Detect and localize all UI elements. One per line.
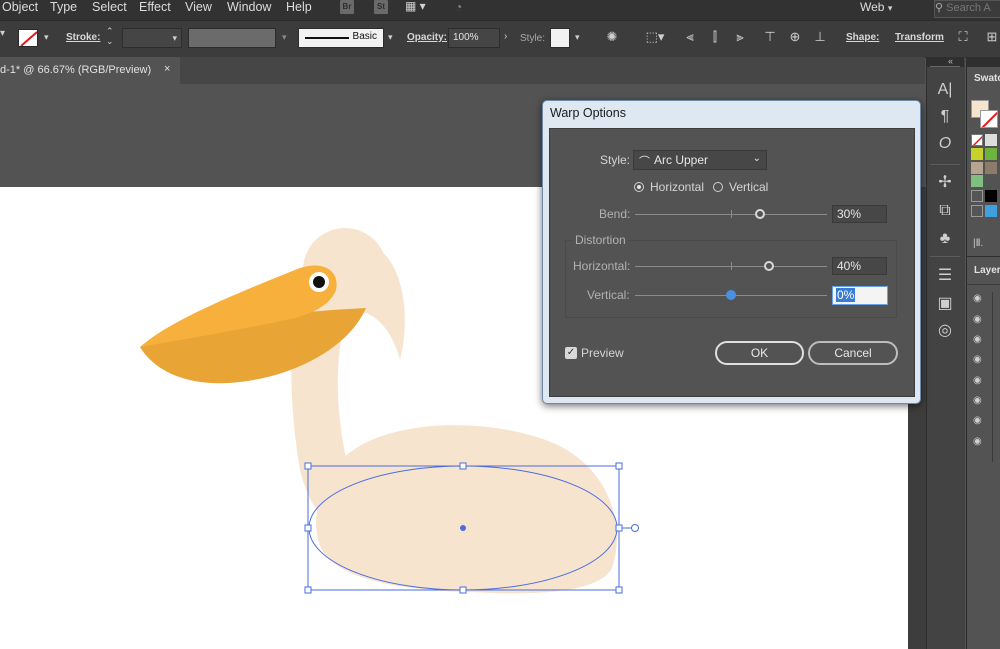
- cancel-button[interactable]: Cancel: [808, 341, 898, 365]
- live-shape-widget[interactable]: [631, 524, 639, 532]
- distortion-horizontal-label: Horizontal:: [573, 259, 631, 273]
- swatch-folder-2-icon[interactable]: [971, 205, 983, 217]
- handle-middle-right[interactable]: [615, 524, 623, 532]
- visibility-eye-icon[interactable]: ◉: [973, 335, 987, 345]
- symbols-panel-icon[interactable]: ♣: [934, 229, 956, 249]
- swatch-green[interactable]: [985, 148, 997, 160]
- transparency-panel-icon[interactable]: ◎: [934, 321, 956, 341]
- swatch-tan[interactable]: [971, 162, 983, 174]
- paragraph-panel-icon[interactable]: ¶: [934, 107, 956, 127]
- swatch-pattern[interactable]: [971, 175, 983, 187]
- gradient-panel-icon[interactable]: ▣: [934, 294, 956, 314]
- bend-value-field[interactable]: 30%: [832, 205, 887, 223]
- layers-column-line: [992, 292, 993, 462]
- visibility-eye-icon[interactable]: ◉: [973, 416, 987, 426]
- swatch-black[interactable]: [985, 190, 997, 202]
- dock-divider-2: [930, 256, 960, 257]
- no-stroke-swatch-icon: [981, 111, 997, 127]
- handle-bottom-left[interactable]: [304, 586, 312, 594]
- distortion-vertical-label: Vertical:: [587, 288, 630, 302]
- search-input[interactable]: ⚲ Search A: [934, 0, 1000, 18]
- layers-divider: [966, 284, 1000, 285]
- radio-horizontal[interactable]: [634, 182, 644, 192]
- swatch-libraries-icon[interactable]: |Ⅱ.: [973, 238, 983, 249]
- bend-slider-center-tick: [731, 210, 732, 218]
- handle-bottom-right[interactable]: [615, 586, 623, 594]
- handle-middle-left[interactable]: [304, 524, 312, 532]
- bend-slider-thumb[interactable]: [755, 209, 765, 219]
- center-point: [460, 525, 466, 531]
- collapse-dock-icon[interactable]: «: [948, 56, 953, 66]
- warp-style-select[interactable]: ⌒ Arc Upper ⌄: [633, 150, 767, 170]
- swatch-blue[interactable]: [985, 205, 997, 217]
- preview-label[interactable]: Preview: [581, 346, 624, 360]
- character-panel-icon[interactable]: A|: [934, 80, 956, 100]
- arc-upper-icon: ⌒: [639, 156, 650, 168]
- visibility-eye-icon[interactable]: ◉: [973, 315, 987, 325]
- dock-divider: [930, 164, 960, 165]
- distortion-group: [565, 240, 897, 318]
- distortion-horizontal-center-tick: [731, 262, 732, 270]
- isolate-object-icon[interactable]: ⛶: [955, 29, 971, 45]
- vertical-option-label[interactable]: Vertical: [729, 180, 768, 194]
- pelican-body[interactable]: [316, 425, 617, 594]
- handle-top-left[interactable]: [304, 462, 312, 470]
- layers-tab[interactable]: Layers: [974, 265, 1000, 276]
- horizontal-option-label[interactable]: Horizontal: [650, 180, 704, 194]
- distortion-vertical-value-field[interactable]: 0%: [832, 286, 888, 305]
- panel-divider: [966, 256, 1000, 257]
- search-icon: ⚲: [935, 2, 944, 14]
- handle-top-center[interactable]: [459, 462, 467, 470]
- visibility-eye-icon[interactable]: ◉: [973, 294, 987, 304]
- swatch-registration[interactable]: [985, 134, 997, 146]
- opentype-panel-icon[interactable]: O: [934, 134, 956, 154]
- swatch-yellow-green[interactable]: [971, 148, 983, 160]
- handle-top-right[interactable]: [615, 462, 623, 470]
- dock-grip[interactable]: [930, 66, 960, 71]
- distortion-horizontal-thumb[interactable]: [764, 261, 774, 271]
- stroke-color-swatch[interactable]: [980, 110, 998, 128]
- handle-bottom-center[interactable]: [459, 586, 467, 594]
- style-label: Style:: [600, 153, 631, 167]
- puppet-warp-icon[interactable]: ✢: [934, 173, 956, 193]
- visibility-eye-icon[interactable]: ◉: [973, 355, 987, 365]
- distortion-horizontal-value-field[interactable]: 40%: [832, 257, 887, 275]
- swatches-tab[interactable]: Swatc: [974, 73, 1000, 84]
- swatch-none[interactable]: [971, 134, 983, 146]
- distortion-label: Distortion: [573, 233, 628, 247]
- stroke-panel-icon[interactable]: ☰: [934, 266, 956, 286]
- asset-export-icon[interactable]: ⧉: [934, 201, 956, 221]
- radio-vertical[interactable]: [713, 182, 723, 192]
- swatch-folder-icon[interactable]: [971, 190, 983, 202]
- distortion-vertical-selected-text: 0%: [836, 288, 856, 302]
- dialog-title[interactable]: Warp Options: [550, 106, 626, 120]
- chevron-down-icon: ⌄: [752, 153, 761, 164]
- panel-header: [966, 57, 1000, 67]
- pelican-pupil: [313, 276, 325, 288]
- warp-style-value: Arc Upper: [654, 153, 709, 167]
- visibility-eye-icon[interactable]: ◉: [973, 376, 987, 386]
- visibility-eye-icon[interactable]: ◉: [973, 396, 987, 406]
- ok-button[interactable]: OK: [715, 341, 804, 365]
- more-options-icon[interactable]: ⊞: [984, 29, 1000, 45]
- distortion-vertical-thumb[interactable]: [726, 290, 736, 300]
- bend-label: Bend:: [599, 207, 631, 221]
- visibility-eye-icon[interactable]: ◉: [973, 437, 987, 447]
- swatch-brown[interactable]: [985, 162, 997, 174]
- preview-checkbox[interactable]: ✓: [565, 347, 577, 359]
